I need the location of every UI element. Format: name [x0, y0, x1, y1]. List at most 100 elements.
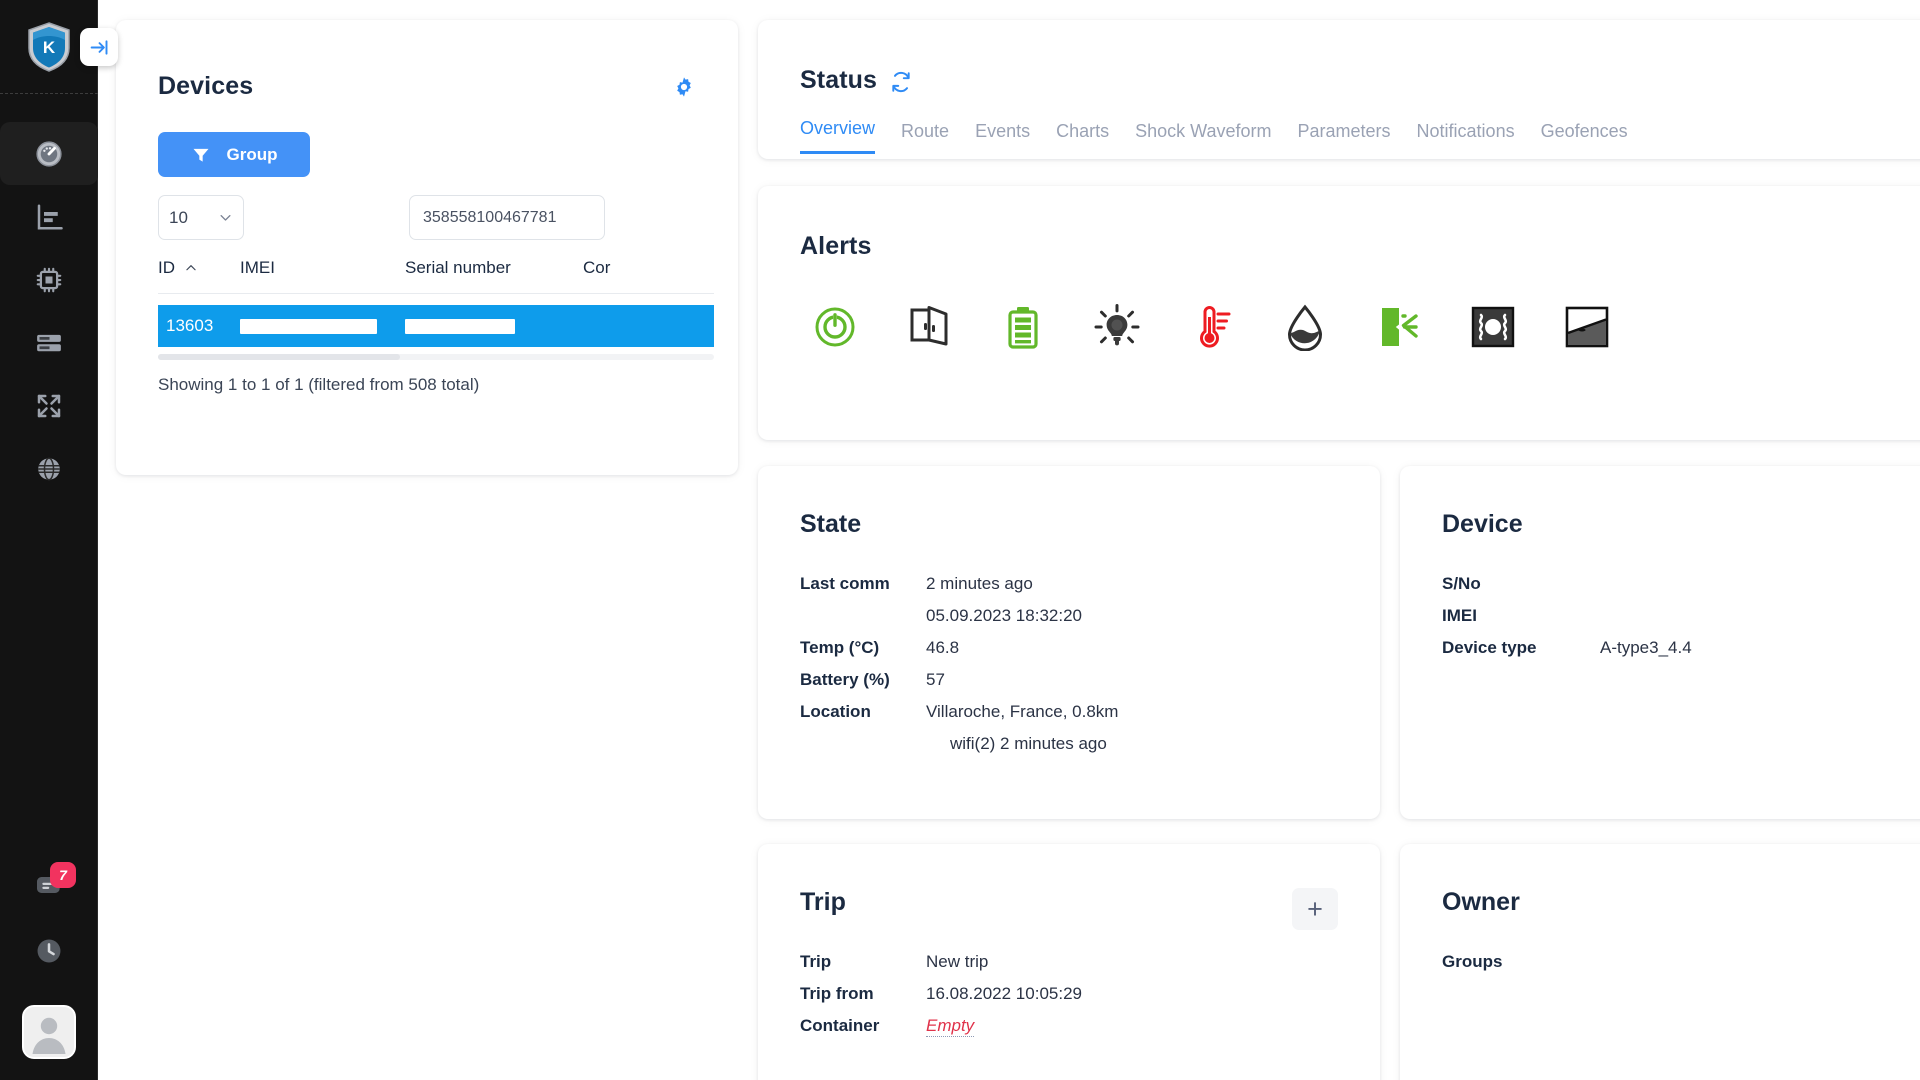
messages-badge: 7	[50, 862, 76, 888]
chip-icon	[36, 267, 62, 292]
alert-vibration-button[interactable]	[1456, 290, 1530, 364]
device-value-device-type: A-type3_4.4	[1600, 638, 1692, 657]
trip-value-trip: New trip	[926, 952, 989, 971]
column-header-serial[interactable]: Serial number	[405, 258, 583, 278]
owner-panel: Owner Groups	[1400, 844, 1920, 1080]
tab-route[interactable]: Route	[901, 121, 975, 154]
alert-battery-button[interactable]	[986, 290, 1060, 364]
add-trip-button[interactable]: +	[1292, 888, 1338, 930]
device-row-sno: S/No	[1442, 574, 1692, 594]
column-header-container[interactable]: Cor	[583, 258, 663, 278]
state-key-battery: Battery (%)	[800, 670, 890, 689]
column-header-imei[interactable]: IMEI	[240, 258, 405, 278]
alert-power-button[interactable]	[798, 290, 872, 364]
state-value-location: Villaroche, France, 0.8km	[926, 702, 1119, 721]
status-tabs: Overview Route Events Charts Shock Wavef…	[800, 118, 1654, 154]
alerts-title: Alerts	[800, 232, 872, 260]
expand-sidebar-button[interactable]	[80, 28, 118, 66]
status-panel: Status Overview Route Events Charts Shoc…	[758, 20, 1920, 159]
scrollbar-thumb[interactable]	[158, 354, 400, 360]
state-key-temp: Temp (°C)	[800, 638, 880, 657]
sidebar-item-devices[interactable]	[0, 248, 98, 311]
state-key-location: Location	[800, 702, 871, 721]
alert-shock-button[interactable]	[1362, 290, 1436, 364]
sidebar-item-lists[interactable]	[0, 311, 98, 374]
light-bulb-icon	[1094, 304, 1140, 346]
column-label-id: ID	[158, 258, 175, 277]
collapse-arrows-icon	[37, 394, 61, 417]
alert-door-button[interactable]	[892, 290, 966, 364]
devices-settings-button[interactable]	[672, 75, 696, 104]
owner-key-groups: Groups	[1442, 952, 1503, 971]
devices-search-value: 358558100467781	[423, 208, 557, 226]
clock-icon	[37, 939, 61, 963]
door-open-icon	[910, 306, 948, 346]
alert-tilt-button[interactable]	[1550, 290, 1624, 364]
arrow-to-line-right-icon	[90, 39, 107, 55]
tab-notifications[interactable]: Notifications	[1417, 121, 1541, 154]
sidebar-divider	[0, 93, 98, 94]
temperature-high-icon	[1200, 306, 1231, 348]
alert-temperature-button[interactable]	[1174, 290, 1248, 364]
sidebar-item-globe[interactable]	[0, 437, 98, 500]
tab-charts[interactable]: Charts	[1056, 121, 1135, 154]
state-row-location: Location Villaroche, France, 0.8km	[800, 702, 1118, 722]
tab-geofences[interactable]: Geofences	[1541, 121, 1654, 154]
column-header-id[interactable]: ID	[158, 258, 240, 278]
sidebar-item-reports[interactable]	[0, 185, 98, 248]
trip-key-container: Container	[800, 1016, 880, 1035]
device-row-device-type: Device type A-type3_4.4	[1442, 638, 1692, 658]
tilt-icon	[1565, 306, 1609, 348]
avatar[interactable]	[22, 1005, 76, 1059]
tab-overview[interactable]: Overview	[800, 118, 876, 154]
sidebar-item-shrink[interactable]	[0, 374, 98, 437]
list-rows-icon	[37, 334, 61, 351]
humidity-drop-icon	[1287, 304, 1323, 351]
group-filter-button[interactable]: Group	[158, 132, 310, 177]
trip-fields: Trip New trip Trip from 16.08.2022 10:05…	[800, 952, 1082, 1048]
trip-value-trip-from: 16.08.2022 10:05:29	[926, 984, 1082, 1003]
trip-value-container[interactable]: Empty	[926, 1016, 975, 1037]
status-refresh-button[interactable]	[890, 71, 912, 98]
devices-search-input[interactable]: 358558100467781	[409, 195, 605, 240]
state-key-last-comm: Last comm	[800, 574, 890, 593]
sidebar-item-history[interactable]	[0, 918, 98, 984]
gauge-icon	[36, 140, 62, 167]
state-row-location-source: wifi(2) 2 minutes ago	[800, 734, 1118, 754]
page-length-select[interactable]: 10	[158, 195, 244, 240]
svg-text:K: K	[43, 38, 56, 57]
sidebar-bottom: 7	[0, 852, 98, 1080]
app-root: K 7 Devices Group 10 358558100467781 ID …	[0, 0, 1920, 1080]
state-value-location-source: wifi(2) 2 minutes ago	[950, 734, 1107, 753]
container-empty-link[interactable]: Empty	[926, 1016, 975, 1037]
left-sidebar: K 7	[0, 0, 118, 1080]
state-fields: Last comm 2 minutes ago 05.09.2023 18:32…	[800, 574, 1118, 766]
gear-icon	[677, 77, 691, 97]
power-icon	[815, 307, 855, 347]
table-horizontal-scrollbar[interactable]	[158, 354, 714, 360]
alerts-panel: Alerts	[758, 186, 1920, 440]
sidebar-item-dashboard[interactable]	[0, 122, 98, 185]
tab-shock-waveform[interactable]: Shock Waveform	[1135, 121, 1297, 154]
status-title: Status	[800, 66, 878, 94]
chevron-down-icon	[220, 215, 231, 221]
state-value-temp: 46.8	[926, 638, 960, 657]
kizy-shield-logo: K	[28, 22, 70, 72]
alerts-icon-row	[798, 290, 1624, 364]
sidebar-item-messages[interactable]: 7	[0, 852, 98, 918]
globe-icon	[38, 456, 60, 481]
devices-title: Devices	[158, 72, 254, 100]
table-row[interactable]: 13603	[158, 305, 714, 347]
owner-title: Owner	[1442, 888, 1520, 916]
tab-events[interactable]: Events	[975, 121, 1056, 154]
sidebar-item-profile[interactable]	[0, 984, 98, 1080]
alert-humidity-button[interactable]	[1268, 290, 1342, 364]
alert-light-button[interactable]	[1080, 290, 1154, 364]
shock-impact-icon	[1382, 308, 1418, 346]
state-row-battery: Battery (%) 57	[800, 670, 1118, 690]
trip-title: Trip	[800, 888, 846, 916]
page-length-value: 10	[169, 207, 188, 227]
state-title: State	[800, 510, 862, 538]
device-title: Device	[1442, 510, 1523, 538]
tab-parameters[interactable]: Parameters	[1297, 121, 1416, 154]
